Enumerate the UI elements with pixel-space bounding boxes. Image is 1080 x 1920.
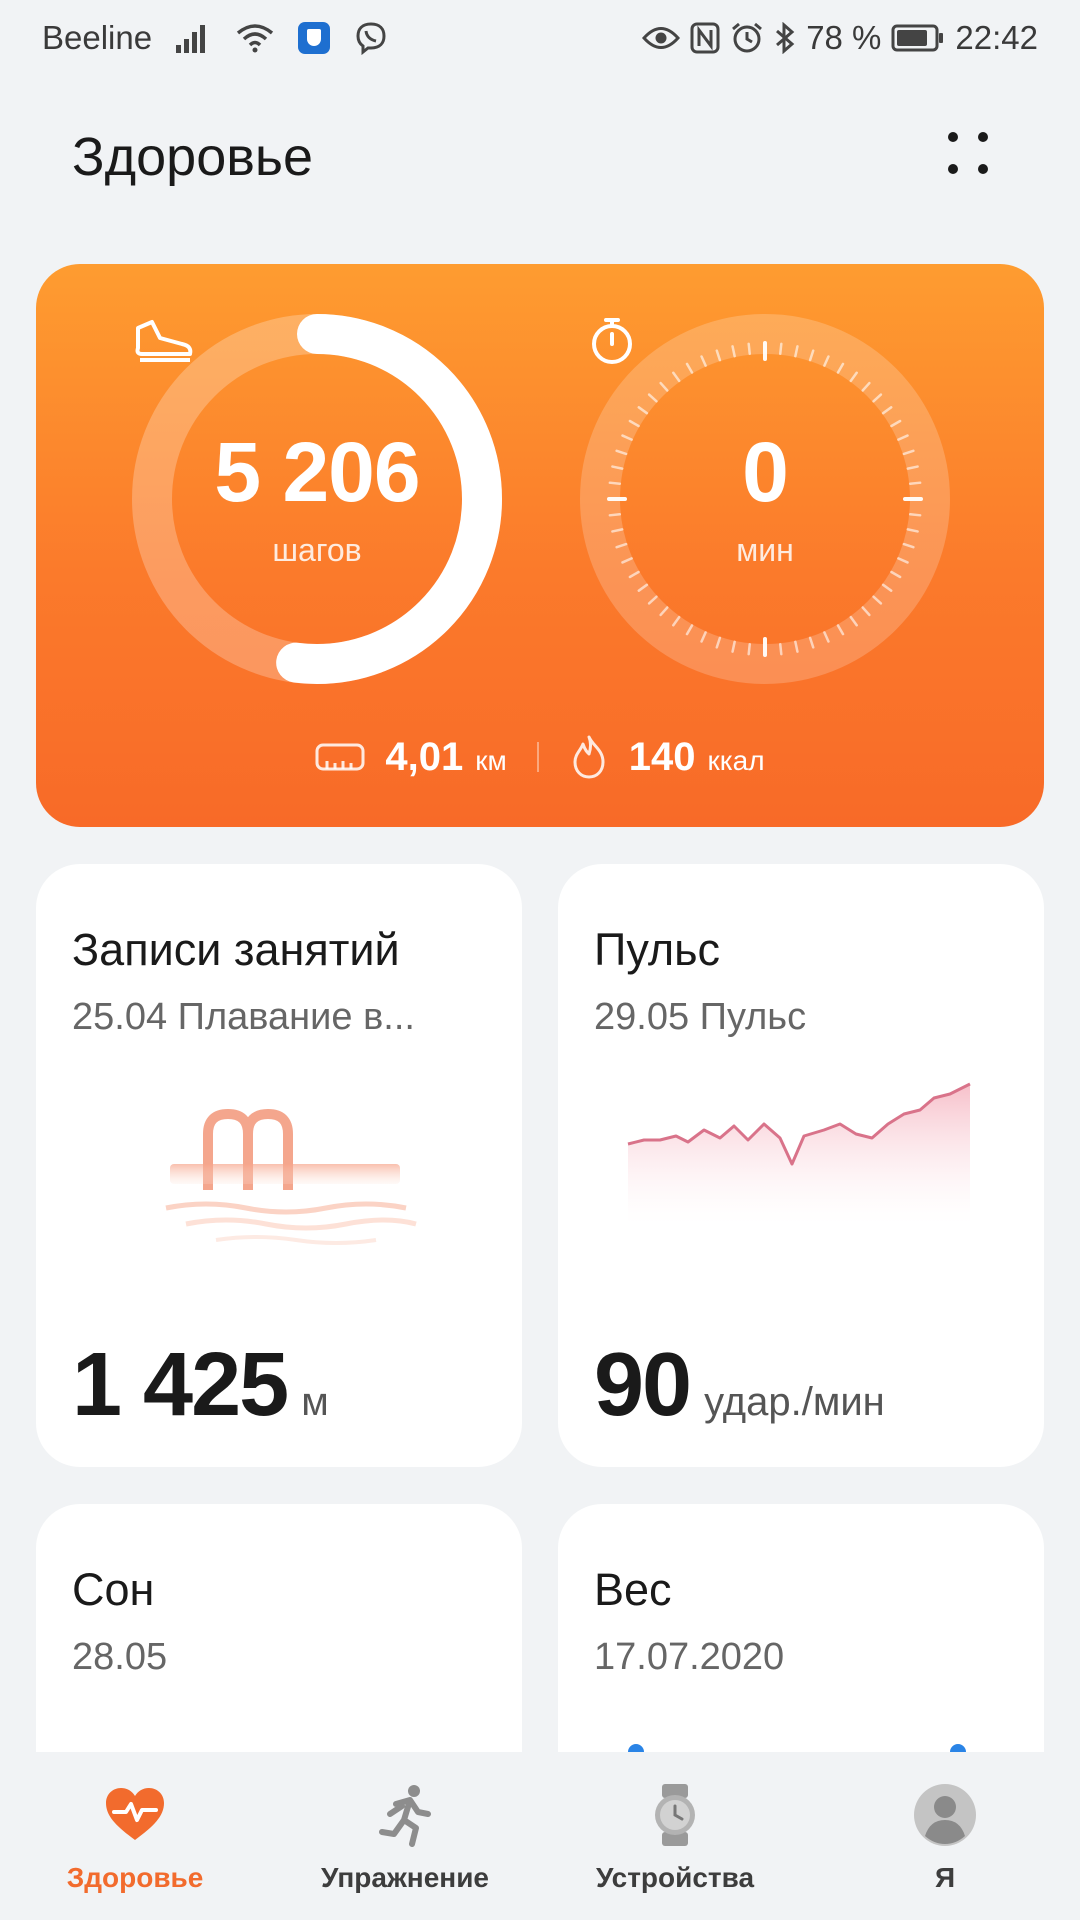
- battery-percent: 78 %: [806, 19, 882, 56]
- nfc-icon: [690, 22, 720, 54]
- tile-title: Пульс: [594, 924, 721, 975]
- workout-distance-value: 1 425: [72, 1335, 289, 1435]
- status-bar: Beeline 78 % 22:42: [0, 0, 1080, 76]
- signal-icon: [176, 25, 206, 53]
- eye-comfort-icon: [642, 27, 681, 49]
- active-time-ring[interactable]: 0 мин: [580, 314, 950, 684]
- activity-stats-row: 4,01 км 140 ккал: [36, 734, 1044, 780]
- nav-devices[interactable]: Устройства: [540, 1752, 810, 1920]
- nav-label: Здоровье: [66, 1862, 204, 1893]
- active-time-value: 0: [742, 424, 789, 519]
- bluetooth-icon: [776, 22, 795, 54]
- swimming-pool-icon: [165, 1108, 417, 1245]
- tile-title: Вес: [594, 1564, 672, 1615]
- distance-value: 4,01: [385, 734, 464, 779]
- watch-icon: [655, 1784, 695, 1846]
- flame-icon: [573, 735, 605, 779]
- steps-ring[interactable]: 5 206 шагов: [132, 314, 502, 684]
- nav-label: Я: [934, 1862, 956, 1893]
- dot: [978, 132, 988, 142]
- distance-stat: 4,01 км: [385, 735, 506, 780]
- clock-time: 22:42: [955, 19, 1038, 56]
- wifi-icon: [236, 24, 274, 53]
- workout-records-tile[interactable]: Записи занятий 25.04 Плавание в... 1 425…: [36, 864, 522, 1467]
- tile-title: Сон: [72, 1564, 155, 1615]
- more-options-button[interactable]: [930, 122, 1000, 192]
- bottom-navigation: Здоровье Упражнение Устройства Я: [0, 1752, 1080, 1920]
- nav-label: Устройства: [595, 1862, 755, 1893]
- page-title: Здоровье: [72, 127, 314, 187]
- nav-exercise[interactable]: Упражнение: [270, 1752, 540, 1920]
- tile-subtitle: 25.04 Плавание в...: [72, 996, 415, 1038]
- alarm-icon: [732, 22, 763, 53]
- tile-subtitle: 29.05 Пульс: [594, 996, 807, 1038]
- profile-icon: [914, 1784, 976, 1846]
- battery-icon: [891, 24, 944, 52]
- stats-divider: [536, 742, 539, 772]
- dot: [978, 164, 988, 174]
- stopwatch-icon: [592, 318, 632, 364]
- dot: [948, 132, 958, 142]
- calories-unit: ккал: [707, 744, 765, 776]
- distance-unit: км: [475, 744, 507, 776]
- activity-summary-card[interactable]: 5 206 шагов 0 мин 4,01 км 140 ккал: [36, 264, 1044, 827]
- carrier-name: Beeline: [42, 19, 153, 56]
- calories-stat: 140 ккал: [629, 735, 765, 780]
- steps-unit: шагов: [272, 531, 362, 568]
- nav-health[interactable]: Здоровье: [0, 1752, 270, 1920]
- shoe-icon: [135, 320, 193, 362]
- heart-rate-tile[interactable]: Пульс 29.05 Пульс 90 удар./мин: [558, 864, 1044, 1467]
- workout-distance-unit: м: [301, 1380, 329, 1424]
- ruler-icon: [315, 743, 365, 771]
- tile-subtitle: 28.05: [72, 1636, 168, 1678]
- nav-label: Упражнение: [321, 1862, 489, 1893]
- nav-me[interactable]: Я: [810, 1752, 1080, 1920]
- security-shield-icon: [298, 22, 331, 54]
- viber-icon: [356, 22, 386, 55]
- running-icon: [379, 1785, 431, 1847]
- heart-rate-sparkline: [627, 1082, 971, 1224]
- steps-value: 5 206: [214, 424, 420, 519]
- tile-subtitle: 17.07.2020: [594, 1636, 785, 1678]
- tile-value: 90 удар./мин: [594, 1334, 885, 1437]
- heart-pulse-icon: [106, 1788, 164, 1840]
- dot: [948, 164, 958, 174]
- tile-value: 1 425 м: [72, 1334, 329, 1437]
- tile-title: Записи занятий: [72, 924, 400, 975]
- heart-rate-unit: удар./мин: [704, 1380, 885, 1424]
- calories-value: 140: [628, 734, 696, 779]
- heart-rate-value: 90: [594, 1335, 692, 1435]
- active-time-unit: мин: [736, 531, 794, 568]
